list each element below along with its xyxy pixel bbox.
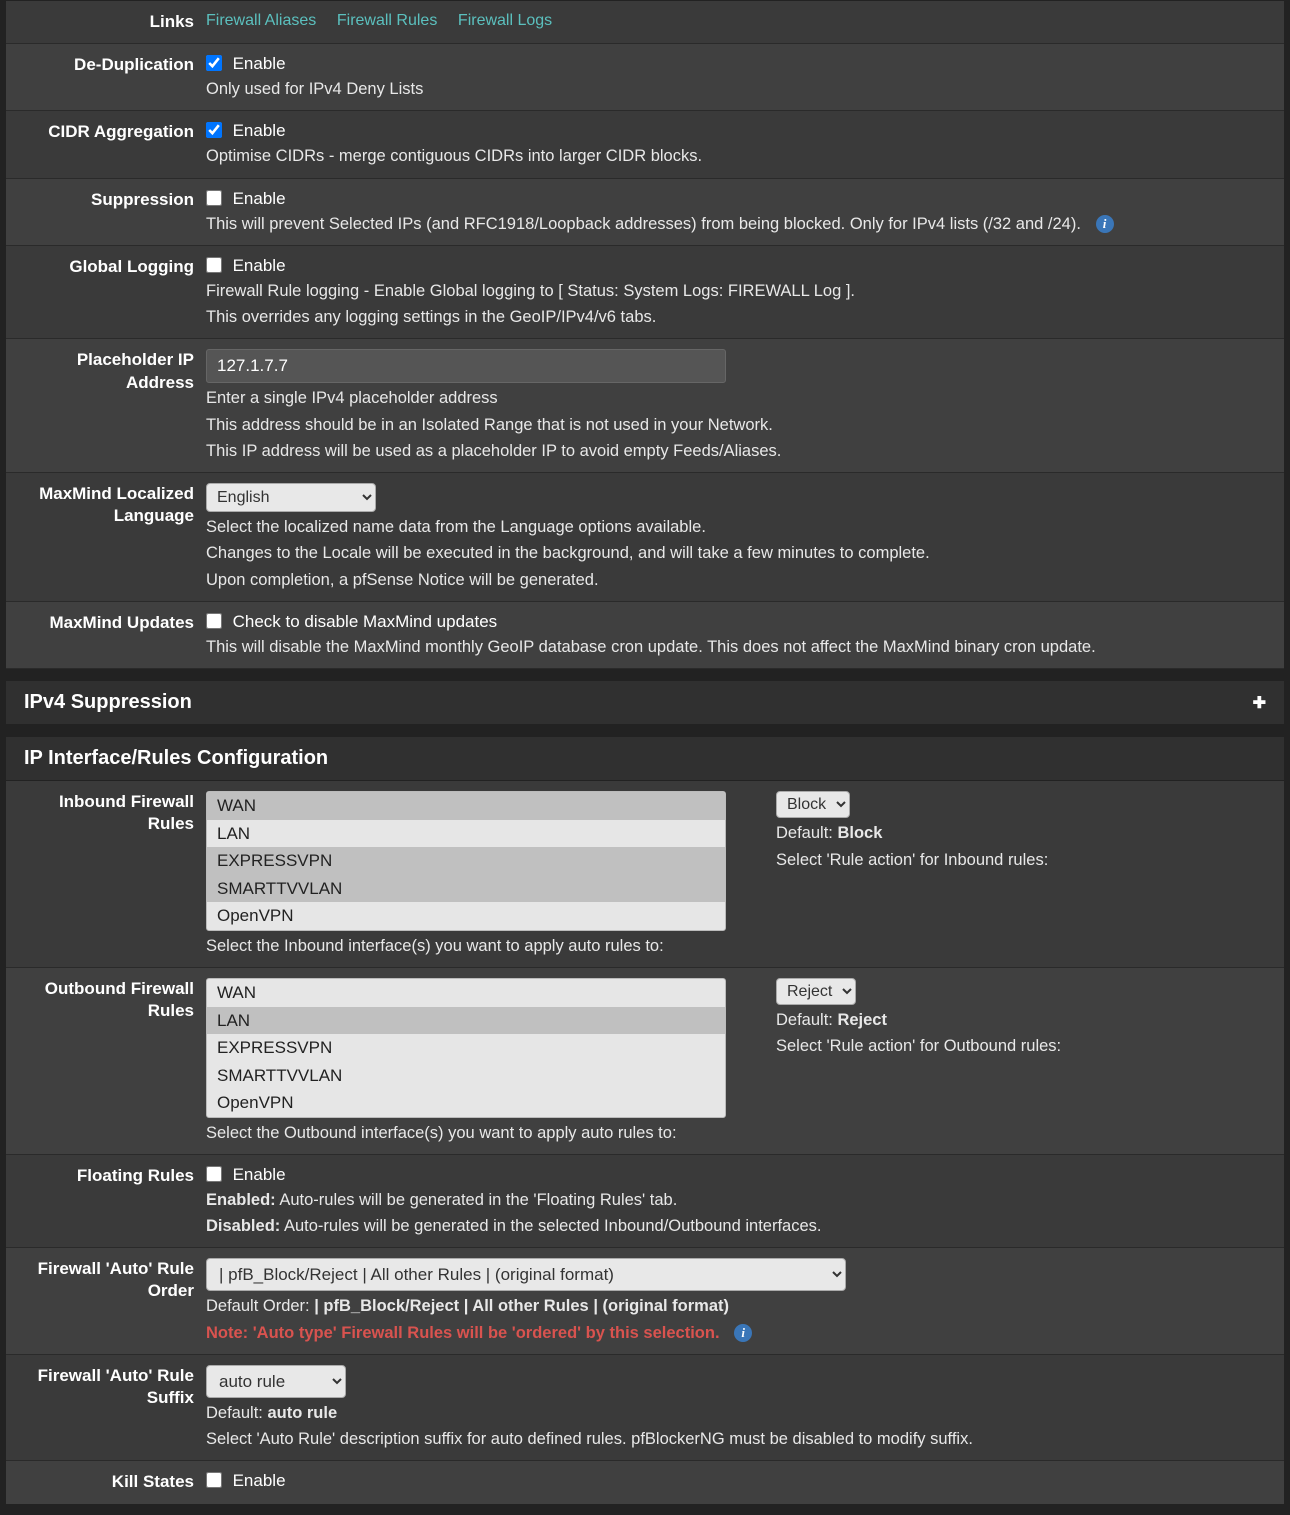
- global-logging-checkbox[interactable]: [206, 257, 222, 273]
- ipv4-suppression-panel: IPv4 Suppression ✚: [5, 680, 1285, 726]
- list-item[interactable]: LAN: [207, 820, 725, 848]
- link-firewall-rules[interactable]: Firewall Rules: [337, 12, 437, 29]
- outbound-interface-list[interactable]: WAN LAN EXPRESSVPN SMARTTVVLAN OpenVPN: [206, 978, 726, 1118]
- row-kill-states: Kill States Enable: [6, 1461, 1284, 1503]
- list-item[interactable]: SMARTTVVLAN: [207, 875, 725, 903]
- floating-enable-label: Enable: [233, 1165, 286, 1184]
- label-links: Links: [6, 11, 206, 33]
- placeholder-help2: This address should be in an Isolated Ra…: [206, 414, 1266, 436]
- floating-enabled-line: Enabled: Auto-rules will be generated in…: [206, 1189, 1266, 1211]
- outbound-default: Default: Reject: [776, 1009, 1266, 1031]
- row-rule-order: Firewall 'Auto' Rule Order | pfB_Block/R…: [6, 1248, 1284, 1355]
- label-maxmind-updates: MaxMind Updates: [6, 612, 206, 658]
- ip-interface-rules-panel: IP Interface/Rules Configuration Inbound…: [5, 736, 1285, 1504]
- inbound-action-select[interactable]: Block: [776, 791, 850, 818]
- rule-order-select[interactable]: | pfB_Block/Reject | All other Rules | (…: [206, 1258, 846, 1291]
- label-placeholder-ip: Placeholder IP Address: [6, 349, 206, 462]
- list-item[interactable]: WAN: [207, 979, 725, 1007]
- rule-order-default: Default Order: | pfB_Block/Reject | All …: [206, 1295, 1266, 1317]
- label-inbound: Inbound Firewall Rules: [6, 791, 206, 957]
- row-maxmind-updates: MaxMind Updates Check to disable MaxMind…: [6, 602, 1284, 669]
- label-rule-order: Firewall 'Auto' Rule Order: [6, 1258, 206, 1344]
- placeholder-ip-input[interactable]: [206, 349, 726, 383]
- row-floating-rules: Floating Rules Enable Enabled: Auto-rule…: [6, 1155, 1284, 1249]
- row-rule-suffix: Firewall 'Auto' Rule Suffix auto rule De…: [6, 1355, 1284, 1462]
- row-cidr-aggregation: CIDR Aggregation Enable Optimise CIDRs -…: [6, 111, 1284, 178]
- list-item[interactable]: LAN: [207, 1007, 725, 1035]
- outbound-action-help: Select 'Rule action' for Outbound rules:: [776, 1035, 1266, 1057]
- maxmind-lang-help3: Upon completion, a pfSense Notice will b…: [206, 569, 1266, 591]
- maxmind-lang-select[interactable]: English: [206, 483, 376, 512]
- inbound-interface-list[interactable]: WAN LAN EXPRESSVPN SMARTTVVLAN OpenVPN: [206, 791, 726, 931]
- maxmind-updates-checkbox[interactable]: [206, 613, 222, 629]
- kill-states-enable-label: Enable: [233, 1471, 286, 1490]
- ip-interface-rules-title: IP Interface/Rules Configuration: [24, 747, 328, 770]
- ipv4-suppression-header[interactable]: IPv4 Suppression ✚: [6, 681, 1284, 725]
- label-suppression: Suppression: [6, 189, 206, 235]
- deduplication-checkbox[interactable]: [206, 55, 222, 71]
- list-item[interactable]: OpenVPN: [207, 902, 725, 930]
- link-firewall-aliases[interactable]: Firewall Aliases: [206, 12, 316, 29]
- inbound-default: Default: Block: [776, 822, 1266, 844]
- rule-suffix-select[interactable]: auto rule: [206, 1365, 346, 1398]
- floating-checkbox[interactable]: [206, 1166, 222, 1182]
- label-maxmind-lang: MaxMind Localized Language: [6, 483, 206, 591]
- placeholder-help3: This IP address will be used as a placeh…: [206, 440, 1266, 462]
- info-icon[interactable]: i: [1096, 215, 1114, 233]
- label-deduplication: De-Duplication: [6, 54, 206, 100]
- label-outbound: Outbound Firewall Rules: [6, 978, 206, 1144]
- maxmind-updates-enable-label: Check to disable MaxMind updates: [233, 612, 498, 631]
- maxmind-lang-help2: Changes to the Locale will be executed i…: [206, 542, 1266, 564]
- suppression-help: This will prevent Selected IPs (and RFC1…: [206, 213, 1266, 235]
- list-item[interactable]: SMARTTVVLAN: [207, 1062, 725, 1090]
- cidr-enable-label: Enable: [233, 121, 286, 140]
- row-placeholder-ip: Placeholder IP Address Enter a single IP…: [6, 339, 1284, 473]
- ip-configuration-panel: Links Firewall Aliases Firewall Rules Fi…: [5, 0, 1285, 670]
- row-deduplication: De-Duplication Enable Only used for IPv4…: [6, 44, 1284, 111]
- suppression-checkbox[interactable]: [206, 190, 222, 206]
- outbound-action-select[interactable]: Reject: [776, 978, 856, 1005]
- list-item[interactable]: EXPRESSVPN: [207, 1034, 725, 1062]
- label-floating: Floating Rules: [6, 1165, 206, 1238]
- global-logging-help1: Firewall Rule logging - Enable Global lo…: [206, 280, 1266, 302]
- label-rule-suffix: Firewall 'Auto' Rule Suffix: [6, 1365, 206, 1451]
- deduplication-help: Only used for IPv4 Deny Lists: [206, 78, 1266, 100]
- cidr-help: Optimise CIDRs - merge contiguous CIDRs …: [206, 145, 1266, 167]
- row-links: Links Firewall Aliases Firewall Rules Fi…: [6, 1, 1284, 44]
- plus-icon[interactable]: ✚: [1253, 693, 1266, 713]
- rule-suffix-default: Default: auto rule: [206, 1402, 1266, 1424]
- suppression-enable-label: Enable: [233, 189, 286, 208]
- row-outbound-rules: Outbound Firewall Rules WAN LAN EXPRESSV…: [6, 968, 1284, 1155]
- row-inbound-rules: Inbound Firewall Rules WAN LAN EXPRESSVP…: [6, 781, 1284, 968]
- rule-order-note: Note: 'Auto type' Firewall Rules will be…: [206, 1322, 1266, 1344]
- rule-suffix-help: Select 'Auto Rule' description suffix fo…: [206, 1428, 1266, 1450]
- label-cidr: CIDR Aggregation: [6, 121, 206, 167]
- global-logging-enable-label: Enable: [233, 256, 286, 275]
- row-maxmind-lang: MaxMind Localized Language English Selec…: [6, 473, 1284, 602]
- deduplication-enable-label: Enable: [233, 54, 286, 73]
- global-logging-help2: This overrides any logging settings in t…: [206, 306, 1266, 328]
- row-suppression: Suppression Enable This will prevent Sel…: [6, 179, 1284, 246]
- list-item[interactable]: EXPRESSVPN: [207, 847, 725, 875]
- maxmind-lang-help1: Select the localized name data from the …: [206, 516, 1266, 538]
- inbound-help: Select the Inbound interface(s) you want…: [206, 935, 1266, 957]
- inbound-action-help: Select 'Rule action' for Inbound rules:: [776, 849, 1266, 871]
- info-icon[interactable]: i: [734, 1324, 752, 1342]
- outbound-help: Select the Outbound interface(s) you wan…: [206, 1122, 1266, 1144]
- kill-states-checkbox[interactable]: [206, 1472, 222, 1488]
- placeholder-help1: Enter a single IPv4 placeholder address: [206, 387, 1266, 409]
- row-global-logging: Global Logging Enable Firewall Rule logg…: [6, 246, 1284, 340]
- ipv4-suppression-title: IPv4 Suppression: [24, 691, 192, 714]
- label-kill-states: Kill States: [6, 1471, 206, 1493]
- maxmind-updates-help: This will disable the MaxMind monthly Ge…: [206, 636, 1266, 658]
- label-global-logging: Global Logging: [6, 256, 206, 329]
- ip-interface-rules-header: IP Interface/Rules Configuration: [6, 737, 1284, 781]
- cidr-checkbox[interactable]: [206, 122, 222, 138]
- floating-disabled-line: Disabled: Auto-rules will be generated i…: [206, 1215, 1266, 1237]
- link-firewall-logs[interactable]: Firewall Logs: [458, 12, 552, 29]
- list-item[interactable]: WAN: [207, 792, 725, 820]
- list-item[interactable]: OpenVPN: [207, 1089, 725, 1117]
